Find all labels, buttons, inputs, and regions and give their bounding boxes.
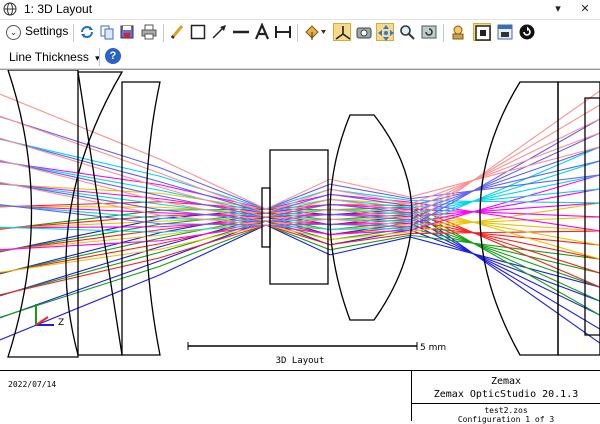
window-icon (497, 24, 513, 40)
arrow-button[interactable] (210, 23, 228, 41)
toolbar-separator (443, 24, 444, 42)
save-button[interactable] (118, 23, 136, 41)
print-icon (141, 24, 157, 40)
toolbar-separator (73, 24, 74, 42)
copy-button[interactable] (98, 23, 116, 41)
arrow-icon (212, 25, 226, 39)
circle-arrow-icon (519, 24, 535, 40)
rectangle-icon (190, 24, 206, 40)
pencil-icon (170, 25, 184, 39)
fit-icon (475, 25, 491, 41)
camera-button[interactable] (355, 23, 373, 41)
dimension-button[interactable] (274, 23, 292, 41)
toolbar-separator (99, 48, 100, 66)
title-block: 2022/07/14 Zemax Zemax OpticStudio 20.1.… (0, 370, 600, 424)
window-close-button[interactable]: ✕ (578, 1, 592, 17)
lock-button[interactable] (449, 23, 467, 41)
ray-bundle (0, 90, 600, 344)
scale-bar-label: 5 mm (420, 343, 447, 353)
toolbar-separator (297, 24, 298, 42)
camera-icon (356, 27, 372, 39)
refresh-button[interactable] (78, 23, 96, 41)
zemax-window-icon (3, 2, 17, 16)
title-block-divider (412, 403, 600, 404)
product-name: Zemax OpticStudio 20.1.3 (433, 389, 579, 400)
layout-plot[interactable]: Z (0, 69, 600, 371)
dimension-icon (275, 26, 291, 38)
axes-button[interactable] (333, 23, 351, 41)
file-name: test2.zos (484, 406, 528, 415)
zoom-button[interactable] (398, 23, 416, 41)
pan-icon (378, 25, 394, 41)
reset-view-icon (421, 25, 437, 39)
fit-button[interactable] (473, 23, 491, 41)
circle-arrow-button[interactable] (518, 23, 536, 41)
chevron-down-icon: ⌄ (6, 25, 21, 40)
text-icon (254, 23, 270, 40)
pan-button[interactable] (376, 23, 394, 41)
window-button[interactable] (496, 23, 514, 41)
line-thickness-label: Line Thickness (9, 50, 89, 64)
date-label: 2022/07/14 (8, 380, 57, 389)
copy-icon (100, 25, 114, 40)
rotate-button[interactable] (303, 23, 327, 41)
settings-label: Settings (25, 24, 69, 38)
reset-view-button[interactable] (420, 23, 438, 41)
window-menu-button[interactable]: ▾ (551, 1, 565, 17)
print-button[interactable] (140, 23, 158, 41)
title-block-header: Zemax Zemax OpticStudio 20.1.3 (412, 375, 600, 401)
save-icon (120, 25, 134, 39)
lens-element-1 (7, 70, 79, 358)
text-button[interactable] (253, 23, 271, 41)
pencil-button[interactable] (168, 23, 186, 41)
secondary-toolbar: Line Thickness ▾ ? (0, 46, 600, 69)
line-thickness-dropdown[interactable]: Line Thickness ▾ (9, 50, 100, 64)
zoom-icon (400, 25, 415, 40)
lock-icon (452, 25, 464, 40)
toolbar-separator (163, 24, 164, 42)
axis-z-label: Z (58, 318, 64, 328)
company-name: Zemax (490, 376, 522, 387)
rotate-icon (305, 25, 326, 40)
help-icon[interactable]: ? (105, 48, 121, 64)
line-icon (233, 30, 249, 34)
refresh-icon (81, 26, 93, 38)
axes-icon (335, 26, 351, 40)
plot-caption: 3D Layout (275, 356, 325, 366)
line-button[interactable] (232, 23, 250, 41)
layout-canvas: Z (0, 70, 600, 358)
window-title: 1: 3D Layout (24, 2, 93, 16)
main-toolbar: ⌄ Settings (0, 20, 600, 46)
rectangle-button[interactable] (189, 23, 207, 41)
window-titlebar: 1: 3D Layout ▾ ✕ (0, 0, 600, 20)
